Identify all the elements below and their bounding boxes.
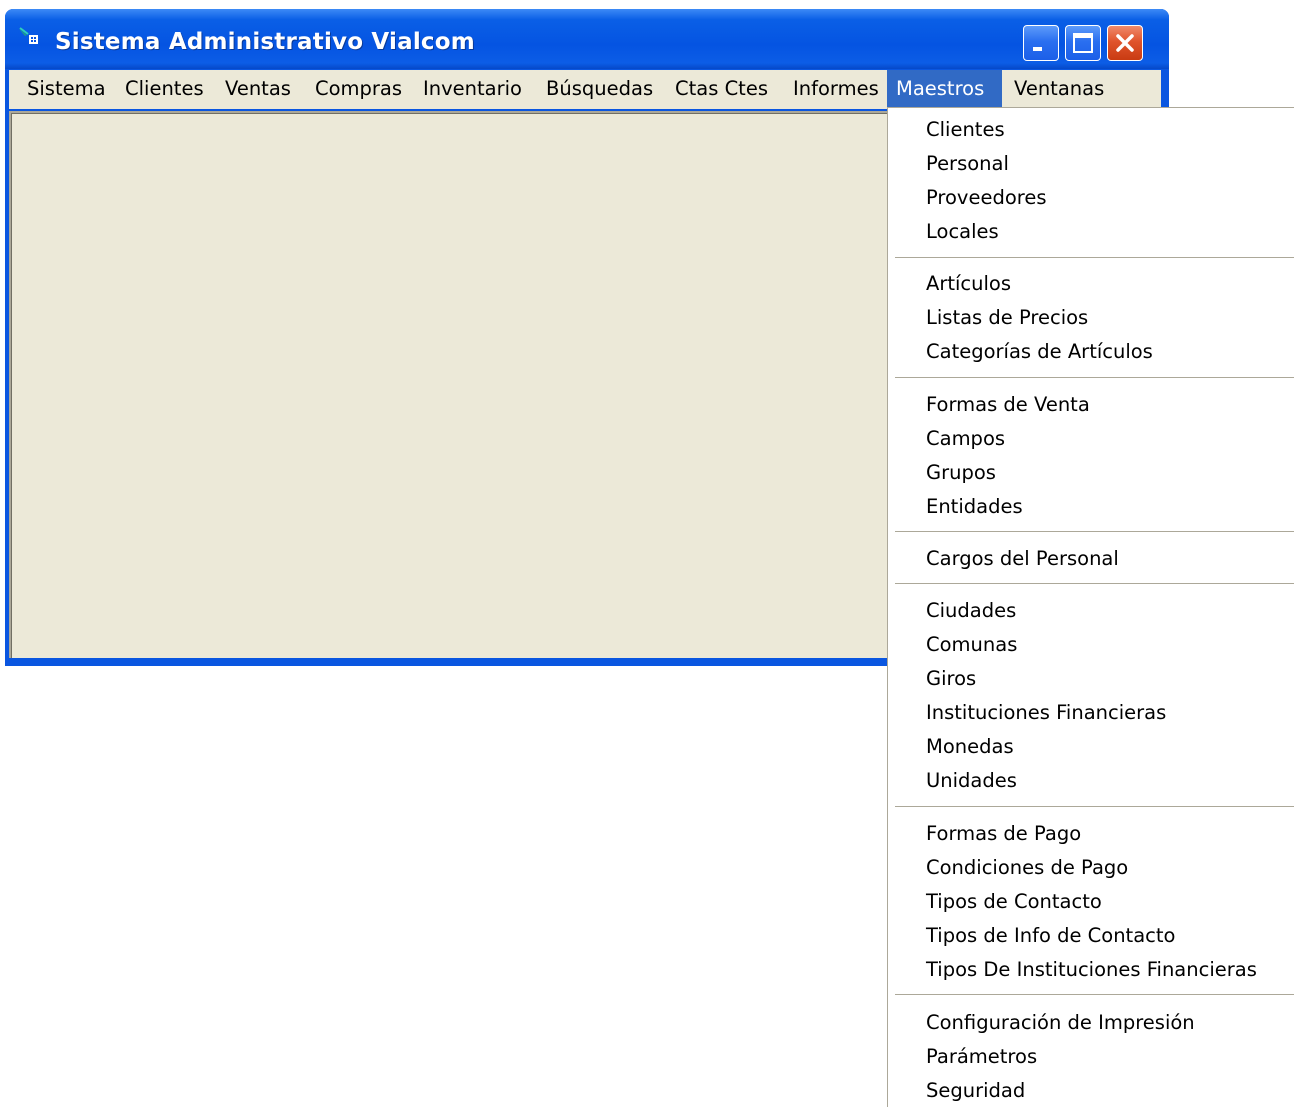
- menu-item-cargos-del-personal[interactable]: Cargos del Personal: [926, 547, 1119, 571]
- menu-item-entidades[interactable]: Entidades: [926, 495, 1023, 519]
- minimize-button[interactable]: [1023, 25, 1059, 61]
- menu-item-grupos[interactable]: Grupos: [926, 461, 996, 485]
- menu-item-locales[interactable]: Locales: [926, 220, 999, 244]
- menu-compras[interactable]: Compras: [307, 70, 410, 109]
- maestros-dropdown-menu: Clientes Personal Proveedores Locales Ar…: [887, 107, 1294, 1107]
- menu-item-categorias-de-articulos[interactable]: Categorías de Artículos: [926, 340, 1153, 364]
- menu-maestros[interactable]: Maestros: [887, 70, 1002, 109]
- menu-ventanas[interactable]: Ventanas: [1006, 70, 1112, 109]
- menu-item-clientes[interactable]: Clientes: [926, 118, 1005, 142]
- menu-item-monedas[interactable]: Monedas: [926, 735, 1014, 759]
- menu-item-tipos-de-instituciones-financieras[interactable]: Tipos De Instituciones Financieras: [926, 958, 1257, 982]
- menu-item-instituciones-financieras[interactable]: Instituciones Financieras: [926, 701, 1166, 725]
- menu-item-condiciones-de-pago[interactable]: Condiciones de Pago: [926, 856, 1128, 880]
- menu-item-tipos-de-contacto[interactable]: Tipos de Contacto: [926, 890, 1102, 914]
- maximize-icon: [1073, 33, 1093, 53]
- menu-separator: [895, 377, 1294, 379]
- menu-item-formas-de-pago[interactable]: Formas de Pago: [926, 822, 1081, 846]
- menu-bar: Sistema Clientes Ventas Compras Inventar…: [9, 70, 1161, 109]
- menu-item-formas-de-venta[interactable]: Formas de Venta: [926, 393, 1090, 417]
- maximize-button[interactable]: [1065, 25, 1101, 61]
- close-icon: [1116, 34, 1134, 52]
- menu-ventas[interactable]: Ventas: [217, 70, 299, 109]
- menu-busquedas[interactable]: Búsquedas: [538, 70, 661, 109]
- menu-item-listas-de-precios[interactable]: Listas de Precios: [926, 306, 1088, 330]
- menu-separator: [895, 806, 1294, 808]
- menu-ctas-ctes[interactable]: Ctas Ctes: [667, 70, 776, 109]
- menu-separator: [895, 994, 1294, 996]
- menu-inventario[interactable]: Inventario: [415, 70, 530, 109]
- menu-item-parametros[interactable]: Parámetros: [926, 1045, 1037, 1069]
- menu-item-configuracion-de-impresion[interactable]: Configuración de Impresión: [926, 1011, 1195, 1035]
- menu-separator: [895, 257, 1294, 259]
- menu-item-campos[interactable]: Campos: [926, 427, 1005, 451]
- minimize-icon: [1033, 47, 1042, 51]
- title-bar[interactable]: Sistema Administrativo Vialcom: [5, 9, 1169, 69]
- menu-item-proveedores[interactable]: Proveedores: [926, 186, 1047, 210]
- menu-informes[interactable]: Informes: [785, 70, 887, 109]
- menu-separator: [895, 583, 1294, 585]
- menu-item-seguridad[interactable]: Seguridad: [926, 1079, 1025, 1103]
- menu-item-tipos-de-info-de-contacto[interactable]: Tipos de Info de Contacto: [926, 924, 1175, 948]
- menu-item-ciudades[interactable]: Ciudades: [926, 599, 1016, 623]
- menu-item-unidades[interactable]: Unidades: [926, 769, 1017, 793]
- close-button[interactable]: [1107, 25, 1143, 61]
- menu-item-personal[interactable]: Personal: [926, 152, 1009, 176]
- menu-item-giros[interactable]: Giros: [926, 667, 976, 691]
- menu-separator: [895, 531, 1294, 533]
- menu-sistema[interactable]: Sistema: [19, 70, 114, 109]
- menu-item-articulos[interactable]: Artículos: [926, 272, 1011, 296]
- menu-clientes[interactable]: Clientes: [117, 70, 212, 109]
- menu-item-comunas[interactable]: Comunas: [926, 633, 1017, 657]
- window-title: Sistema Administrativo Vialcom: [55, 29, 475, 55]
- app-icon[interactable]: [18, 26, 44, 46]
